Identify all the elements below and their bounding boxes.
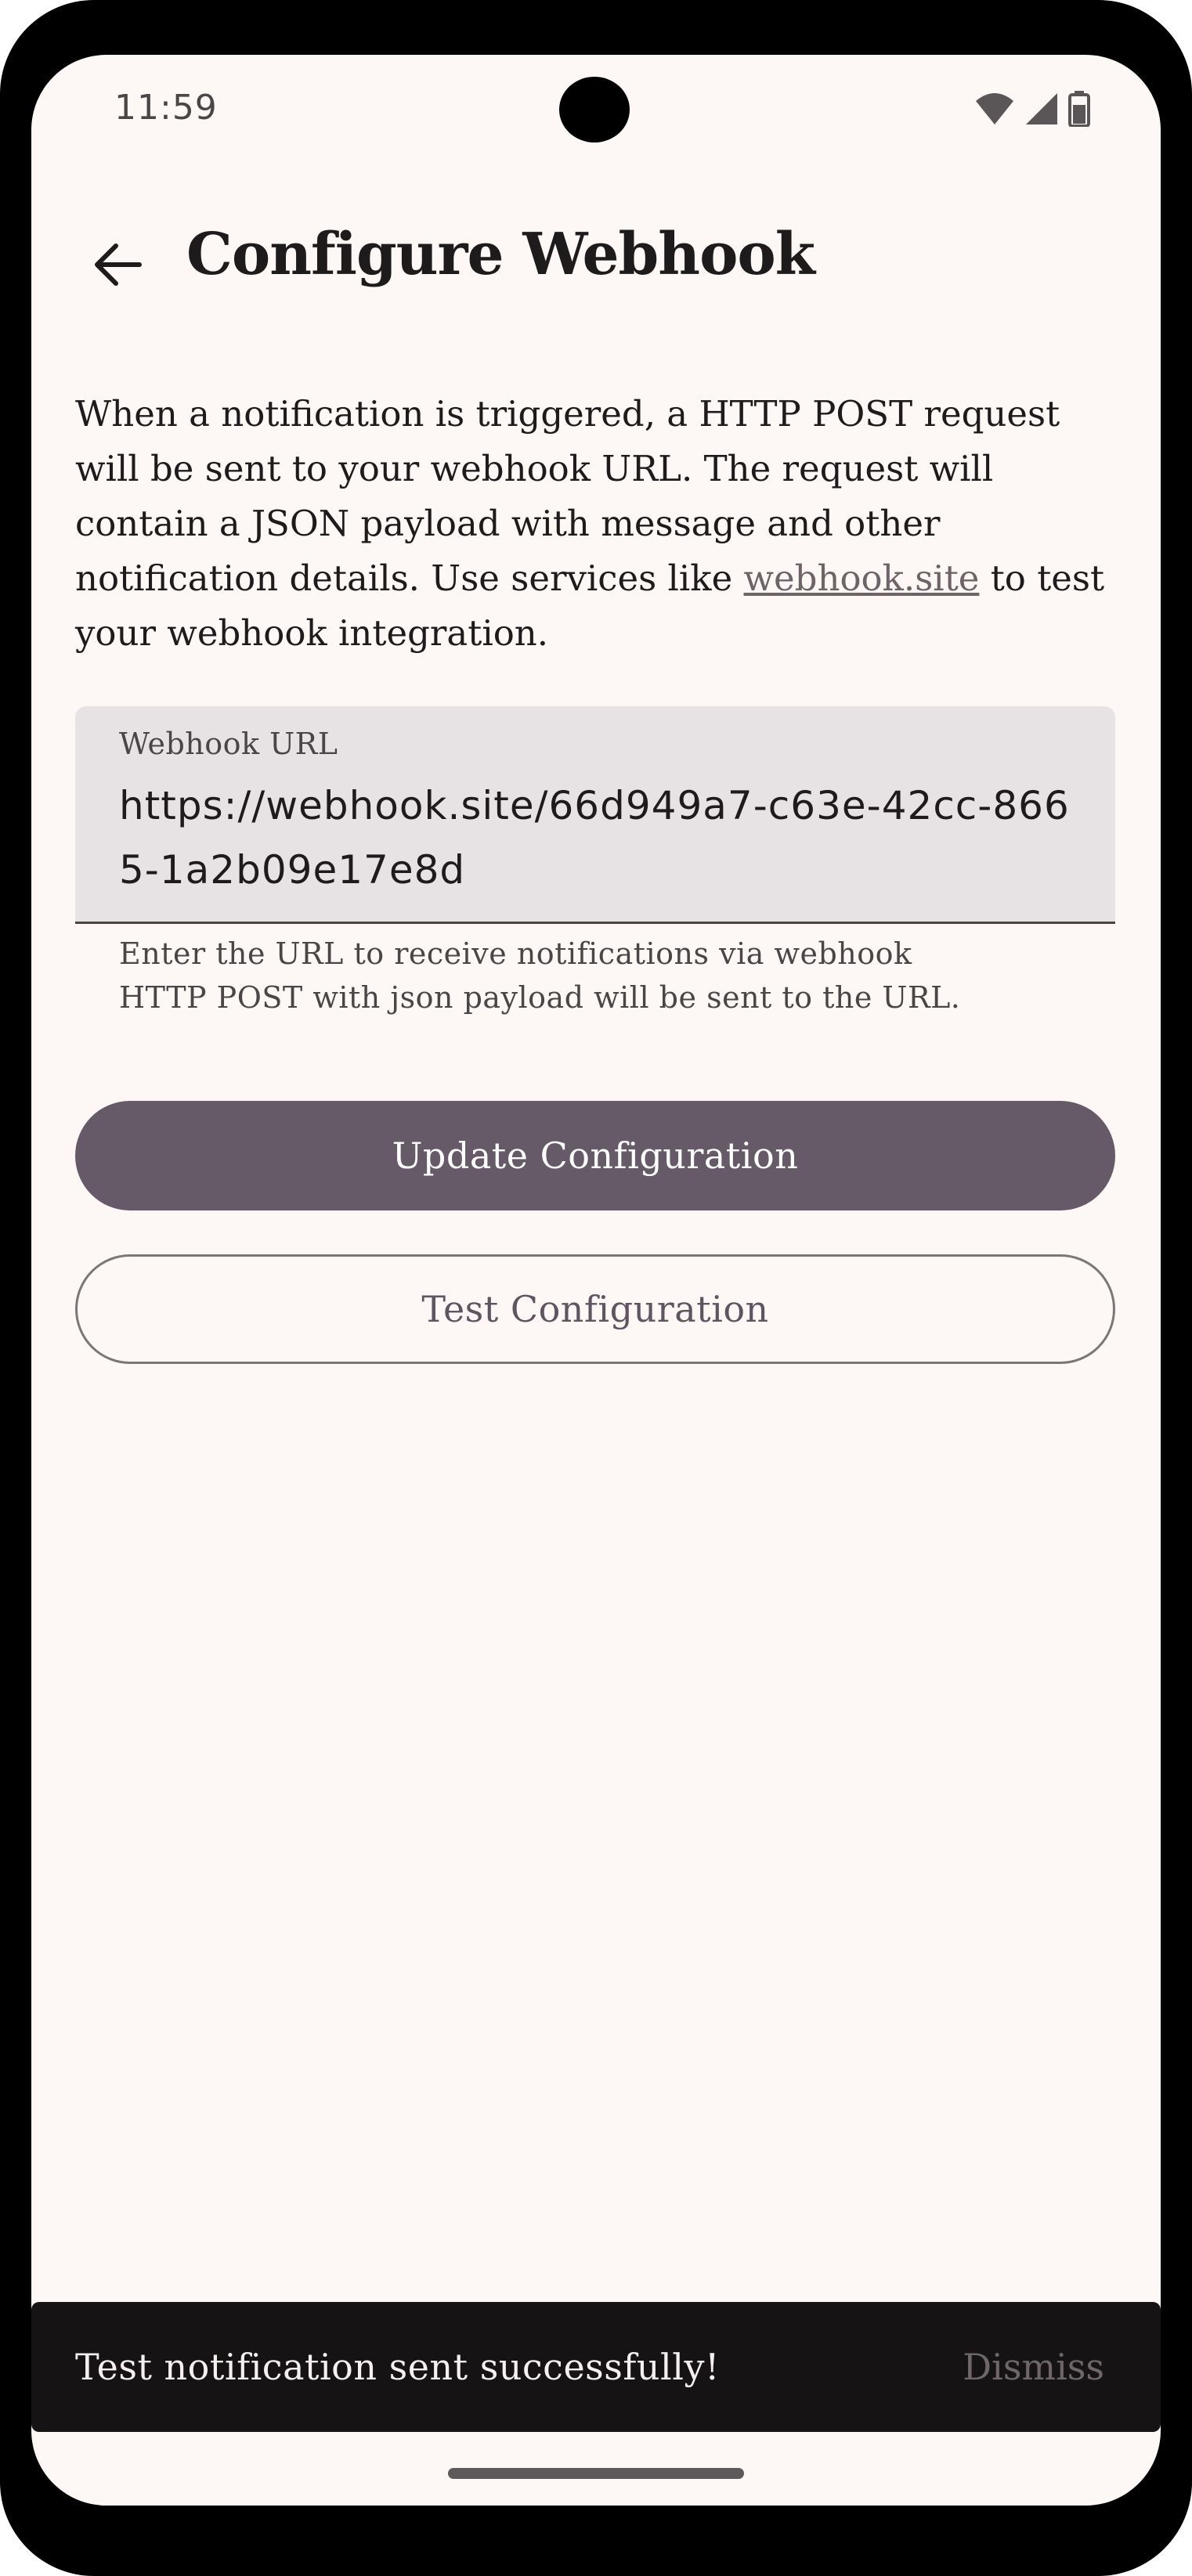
webhook-url-label: Webhook URL xyxy=(119,727,338,761)
description-text: When a notification is triggered, a HTTP… xyxy=(75,387,1117,661)
snackbar-message: Test notification sent successfully! xyxy=(75,2346,720,2388)
update-configuration-button[interactable]: Update Configuration xyxy=(75,1101,1115,1210)
test-configuration-button[interactable]: Test Configuration xyxy=(75,1254,1115,1364)
page-title: Configure Webhook xyxy=(186,221,815,288)
app-screen: 11:59 Configure Webhook When a notificat… xyxy=(31,55,1161,2506)
status-time: 11:59 xyxy=(114,88,218,128)
battery-icon xyxy=(1068,91,1090,127)
camera-cutout xyxy=(559,77,630,143)
webhook-url-field[interactable]: Webhook URL https://webhook.site/66d949a… xyxy=(75,706,1115,924)
dismiss-button[interactable]: Dismiss xyxy=(963,2346,1104,2388)
back-button[interactable] xyxy=(78,227,157,305)
supporting-text-line1: Enter the URL to receive notifications v… xyxy=(119,936,912,971)
webhook-site-link[interactable]: webhook.site xyxy=(744,557,980,599)
webhook-url-supporting-text: Enter the URL to receive notifications v… xyxy=(119,932,1114,1019)
snackbar: Test notification sent successfully! Dis… xyxy=(31,2302,1161,2432)
status-icons xyxy=(974,91,1090,127)
supporting-text-line2: HTTP POST with json payload will be sent… xyxy=(119,980,961,1015)
webhook-url-input[interactable]: https://webhook.site/66d949a7-c63e-42cc-… xyxy=(119,774,1090,902)
cellular-signal-icon xyxy=(1024,92,1059,126)
gesture-nav-handle[interactable] xyxy=(448,2468,744,2479)
arrow-back-icon xyxy=(92,243,143,290)
wifi-icon xyxy=(974,92,1015,126)
device-frame: 11:59 Configure Webhook When a notificat… xyxy=(0,0,1192,2576)
